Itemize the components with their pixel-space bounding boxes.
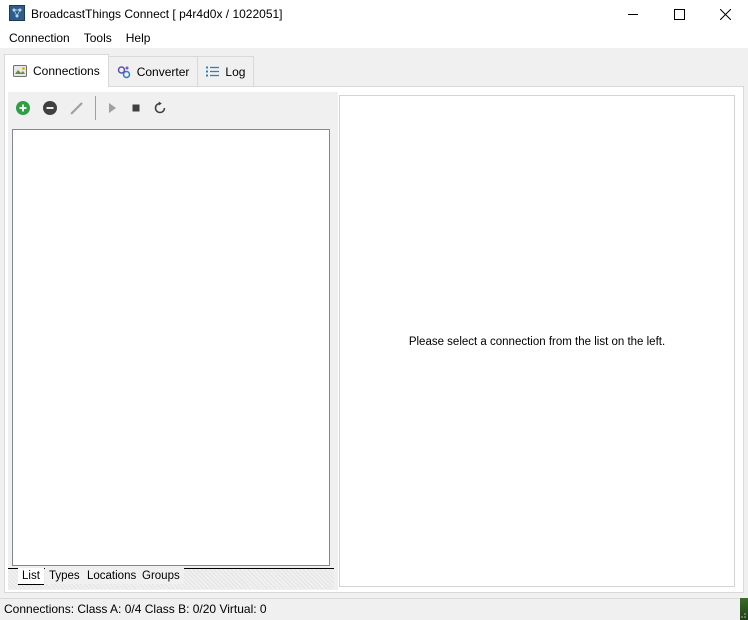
log-icon bbox=[206, 66, 220, 78]
tab-locations[interactable]: Locations bbox=[83, 568, 141, 584]
stop-icon bbox=[132, 104, 140, 112]
tab-connections[interactable]: Connections bbox=[4, 54, 109, 87]
main-tabs: Connections Converter Log bbox=[4, 54, 255, 87]
connections-icon bbox=[13, 65, 27, 77]
converter-icon bbox=[117, 65, 131, 79]
tab-log-label: Log bbox=[225, 65, 246, 79]
tab-list[interactable]: List bbox=[18, 568, 44, 585]
minimize-icon bbox=[627, 13, 638, 15]
connections-toolbar bbox=[8, 92, 334, 124]
pane-splitter[interactable] bbox=[334, 92, 338, 590]
menu-tools[interactable]: Tools bbox=[75, 28, 119, 48]
start-button[interactable] bbox=[104, 100, 120, 116]
menu-help[interactable]: Help bbox=[117, 28, 158, 48]
menu-connection[interactable]: Connection bbox=[0, 28, 77, 48]
add-icon bbox=[16, 101, 30, 115]
tab-converter-label: Converter bbox=[136, 65, 190, 79]
stop-button[interactable] bbox=[128, 100, 144, 116]
app-window: BroadcastThings Connect [ p4r4d0x / 1022… bbox=[0, 0, 748, 620]
connections-pane: List Types Locations Groups bbox=[8, 92, 334, 590]
connection-detail-pane: Please select a connection from the list… bbox=[339, 95, 735, 587]
close-button[interactable] bbox=[702, 0, 748, 28]
app-logo-icon bbox=[9, 5, 25, 21]
refresh-button[interactable] bbox=[152, 100, 168, 116]
edit-icon bbox=[70, 102, 83, 115]
menu-bar: Connection Tools Help bbox=[0, 28, 748, 48]
maximize-button[interactable] bbox=[656, 0, 702, 28]
tab-log[interactable]: Log bbox=[197, 56, 255, 87]
connection-status-text: Connections: Class A: 0/4 Class B: 0/20 … bbox=[4, 602, 267, 616]
close-icon bbox=[719, 8, 731, 20]
play-icon bbox=[109, 103, 116, 113]
tab-connections-label: Connections bbox=[33, 64, 100, 78]
maximize-icon bbox=[673, 8, 685, 20]
refresh-icon bbox=[154, 101, 166, 114]
resize-grip-icon[interactable] bbox=[740, 612, 746, 618]
connections-list[interactable] bbox=[12, 129, 330, 566]
desktop-background bbox=[740, 598, 748, 620]
status-bar: Connections: Class A: 0/4 Class B: 0/20 … bbox=[0, 598, 748, 620]
list-view-tabs: List Types Locations Groups bbox=[8, 568, 334, 589]
empty-selection-message: Please select a connection from the list… bbox=[408, 336, 666, 348]
tab-types[interactable]: Types bbox=[45, 568, 84, 584]
minimize-button[interactable] bbox=[610, 0, 656, 28]
tab-groups[interactable]: Groups bbox=[138, 568, 184, 584]
toolbar-separator bbox=[95, 96, 96, 120]
title-bar[interactable]: BroadcastThings Connect [ p4r4d0x / 1022… bbox=[0, 0, 748, 28]
remove-connection-button[interactable] bbox=[42, 100, 58, 116]
window-title: BroadcastThings Connect [ p4r4d0x / 1022… bbox=[31, 7, 283, 21]
add-connection-button[interactable] bbox=[15, 100, 31, 116]
edit-connection-button[interactable] bbox=[69, 100, 85, 116]
remove-icon bbox=[43, 101, 57, 115]
tab-converter[interactable]: Converter bbox=[107, 56, 199, 87]
